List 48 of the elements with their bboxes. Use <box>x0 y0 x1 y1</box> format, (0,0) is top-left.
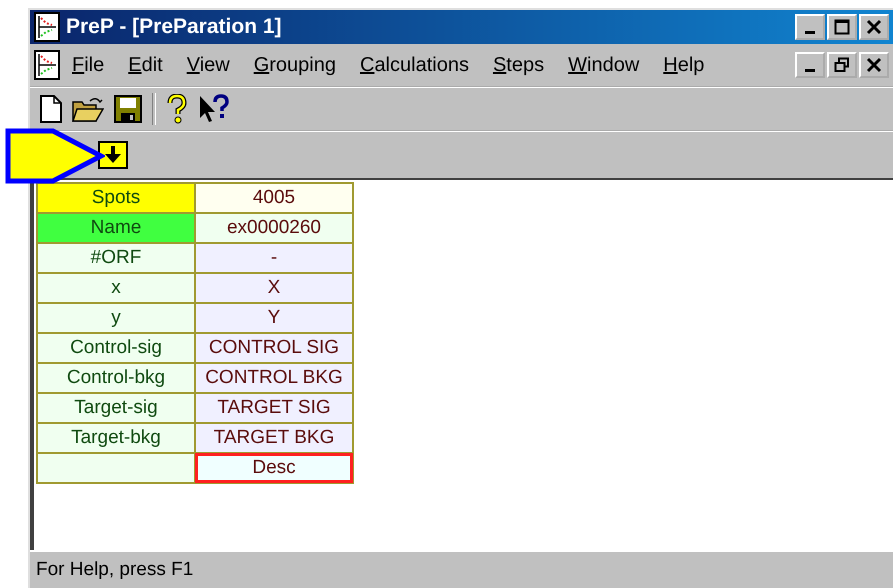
label-cell: Spots <box>37 183 195 213</box>
menu-item[interactable]: Grouping <box>242 54 348 76</box>
menu-item[interactable]: Steps <box>480 54 556 76</box>
label-cell: Target-sig <box>37 393 195 423</box>
maximize-button[interactable] <box>827 14 857 40</box>
value-cell[interactable]: ex0000260 <box>195 213 353 243</box>
value-cell[interactable]: CONTROL BKG <box>195 363 353 393</box>
close-button[interactable] <box>859 14 889 40</box>
menu-item[interactable]: Window <box>556 54 652 76</box>
value-cell[interactable]: TARGET BKG <box>195 423 353 453</box>
close-button[interactable] <box>859 52 889 78</box>
close-icon <box>866 19 882 35</box>
value-cell[interactable]: Desc <box>195 453 353 483</box>
value-cell[interactable]: Y <box>195 303 353 333</box>
value-cell[interactable]: TARGET SIG <box>195 393 353 423</box>
open-folder-icon[interactable] <box>72 96 104 122</box>
menu-item[interactable]: Help <box>651 54 716 76</box>
menu-item[interactable]: File <box>60 54 116 76</box>
label-cell: Target-bkg <box>37 423 195 453</box>
label-cell: #ORF <box>37 243 195 273</box>
menu-item[interactable]: Edit <box>116 54 175 76</box>
maximize-icon <box>834 19 850 35</box>
restore-button[interactable] <box>827 52 857 78</box>
app-icon <box>34 12 60 42</box>
value-cell[interactable]: 4005 <box>195 183 353 213</box>
label-cell: Control-sig <box>37 333 195 363</box>
help-icon[interactable] <box>166 94 188 124</box>
label-cell: Name <box>37 213 195 243</box>
minimize-button[interactable] <box>795 52 825 78</box>
save-icon[interactable] <box>114 95 142 123</box>
window-title: PreP - [PreParation 1] <box>66 15 283 39</box>
close-icon <box>866 57 882 73</box>
value-cell[interactable]: - <box>195 243 353 273</box>
minimize-button[interactable] <box>795 14 825 40</box>
status-text: For Help, press F1 <box>36 559 194 581</box>
document-icon <box>34 50 60 80</box>
minimize-icon <box>805 30 815 34</box>
menu-item[interactable]: View <box>174 54 242 76</box>
context-help-icon[interactable] <box>198 94 230 124</box>
menu-item[interactable]: Calculations <box>348 54 481 76</box>
restore-icon <box>834 57 850 73</box>
label-cell: y <box>37 303 195 333</box>
new-file-icon[interactable] <box>40 95 62 123</box>
value-cell[interactable]: X <box>195 273 353 303</box>
label-cell: x <box>37 273 195 303</box>
minimize-icon <box>805 68 815 72</box>
label-cell: Control-bkg <box>37 363 195 393</box>
value-cell[interactable]: CONTROL SIG <box>195 333 353 363</box>
